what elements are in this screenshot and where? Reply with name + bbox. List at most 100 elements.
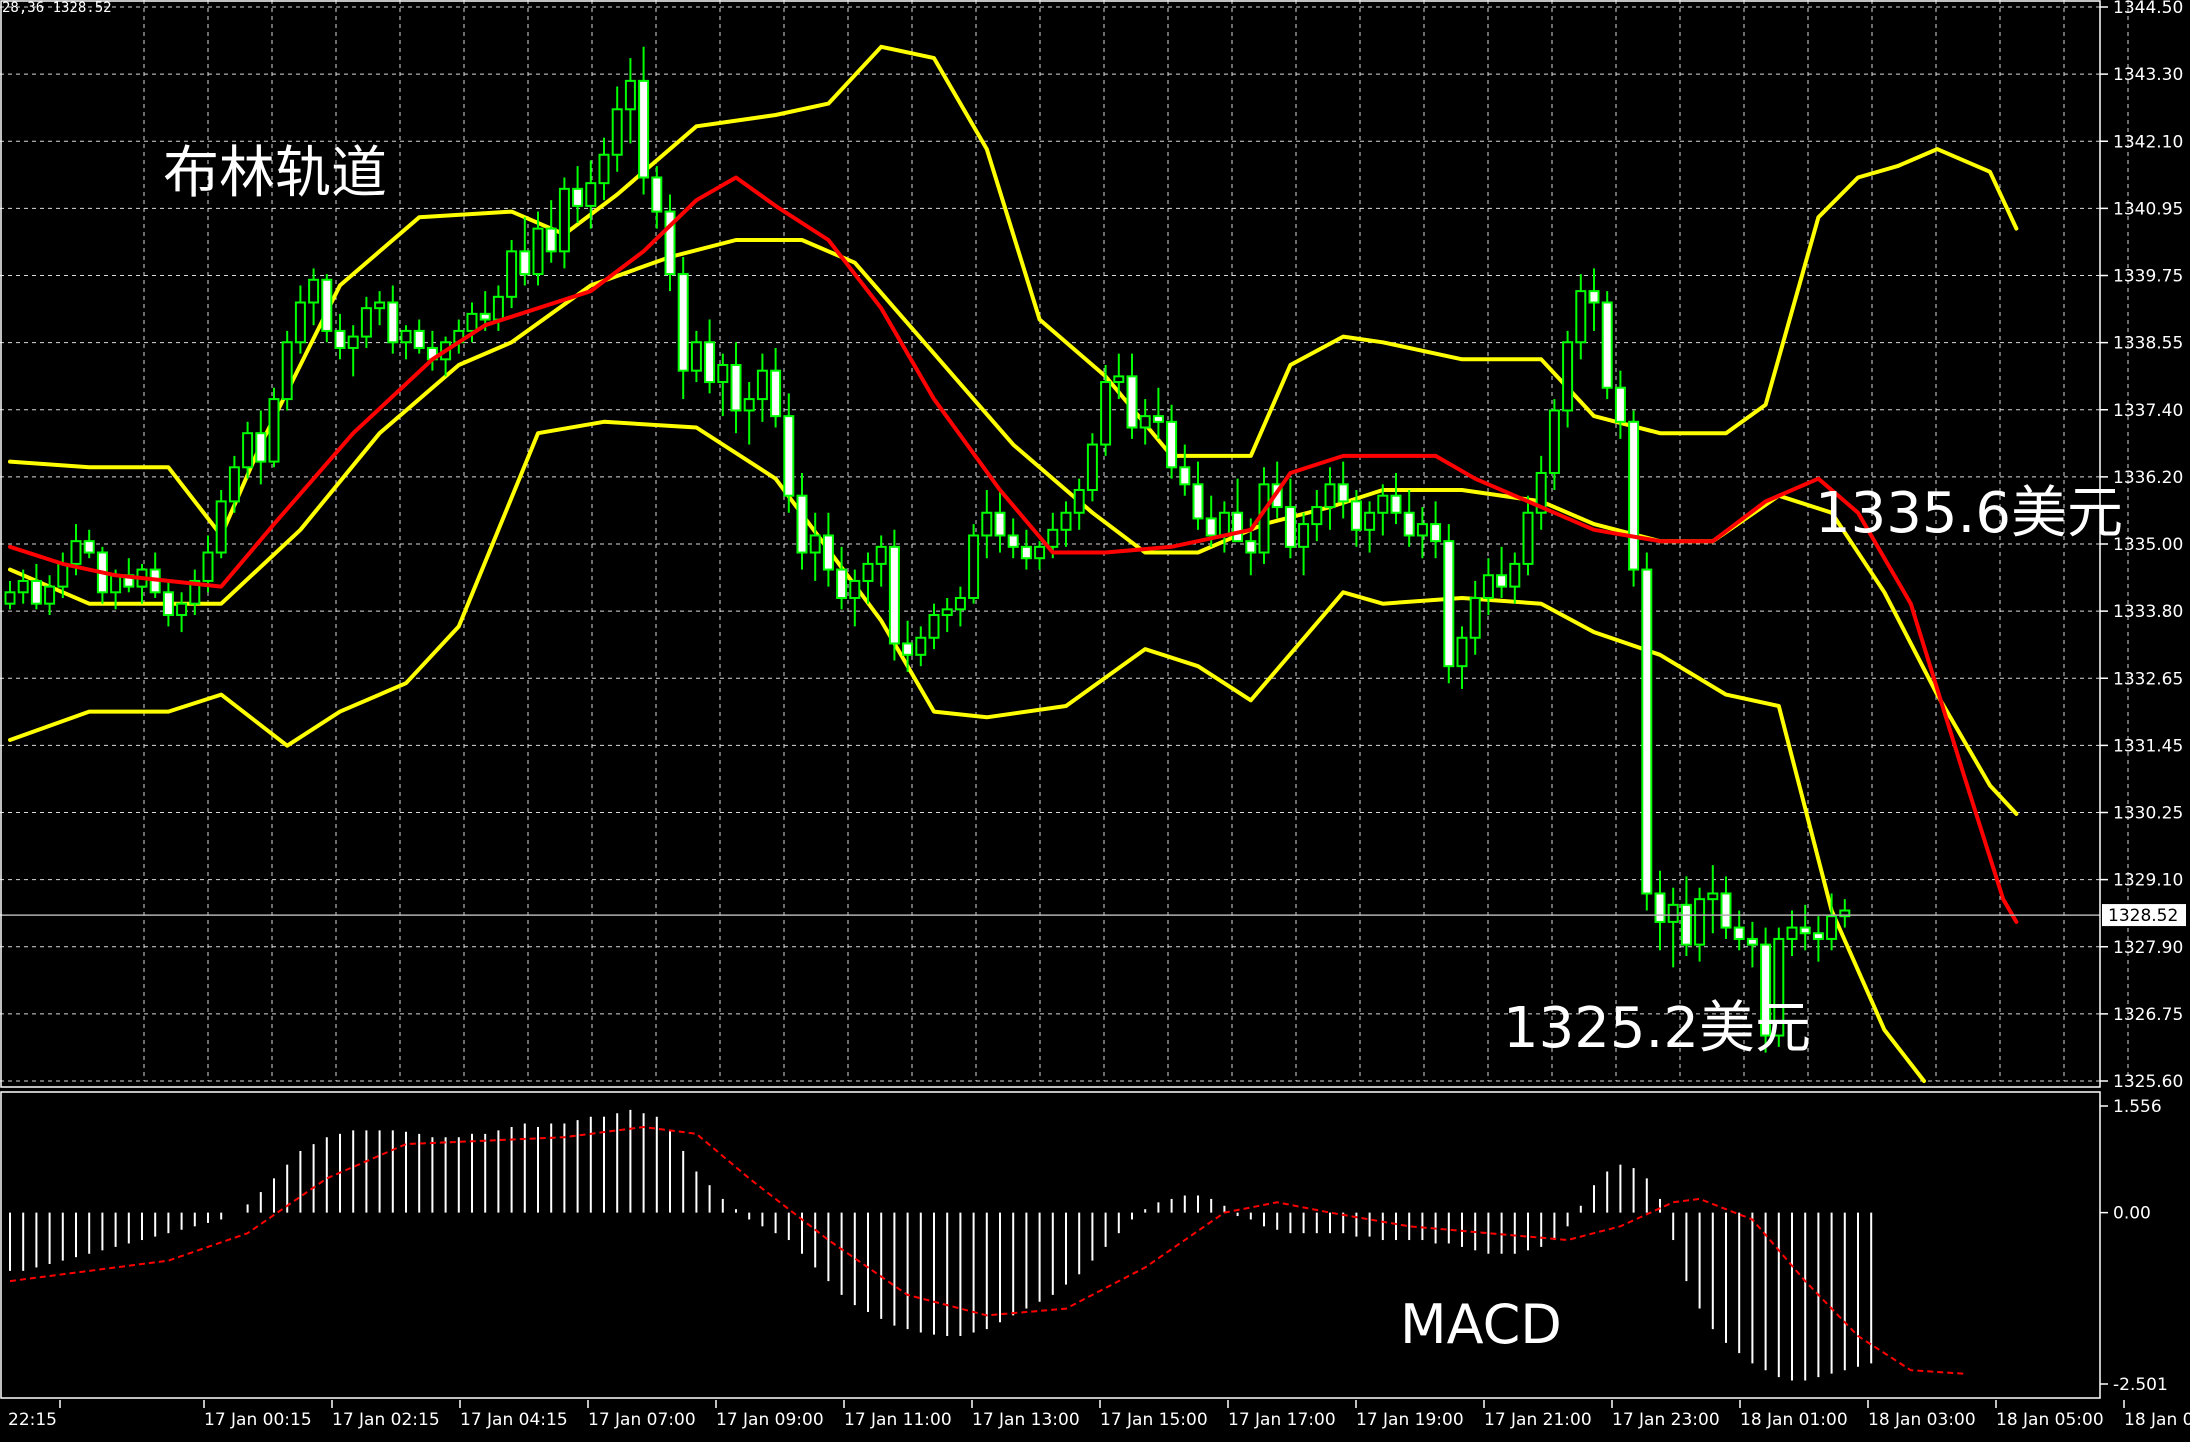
- candle-body-bull: [4, 591, 16, 605]
- y-tick-label: 1343.30: [2113, 65, 2183, 85]
- y-tick-label: 1327.90: [2113, 938, 2183, 958]
- candle-body-bull: [1575, 290, 1587, 344]
- candle-body-bull: [862, 562, 874, 582]
- candle-body-bull: [1060, 511, 1072, 531]
- candle-body-bull: [17, 579, 29, 594]
- candle-body-bull: [1047, 528, 1059, 548]
- x-tick-label: 22:15: [8, 1410, 57, 1430]
- candle-body-bull: [1786, 926, 1798, 940]
- candle-body-bear: [1614, 386, 1626, 423]
- candle-body-bear: [1152, 415, 1164, 423]
- candle-body-bull: [1416, 523, 1428, 537]
- y-tick-label: 1331.45: [2113, 736, 2183, 756]
- candle-body-bull: [215, 500, 227, 554]
- y-tick-label: 1329.10: [2113, 871, 2183, 891]
- candle-body-bear: [1007, 534, 1019, 548]
- candle-body-bull: [44, 585, 56, 605]
- y-tick-label: 1337.40: [2113, 401, 2183, 421]
- x-tick-label: 17 Jan 02:15: [332, 1410, 440, 1430]
- candle-body-bear: [822, 534, 834, 571]
- candle-body-bear: [1284, 506, 1296, 548]
- y-tick-label: 1339.75: [2113, 267, 2183, 287]
- x-tick-label: 18 Jan 03:00: [1868, 1410, 1976, 1430]
- candle-body-bear: [1337, 483, 1349, 503]
- candle-body-bull: [598, 153, 610, 185]
- annotation-high-price: 1335.6美元: [1815, 481, 2123, 546]
- candle-body-bear: [321, 278, 333, 332]
- candle-body-bear: [796, 494, 808, 554]
- candle-body-bear: [1205, 517, 1217, 537]
- candle-body-bear: [730, 364, 742, 412]
- candle-body-bear: [479, 312, 491, 321]
- x-tick-label: 18 Jan 08:00: [2124, 1410, 2190, 1430]
- candle-body-bear: [519, 250, 531, 276]
- candle-body-bear: [387, 301, 399, 344]
- candle-body-bull: [1522, 511, 1534, 565]
- candle-body-bear: [1390, 494, 1402, 514]
- candle-body-bull: [1311, 506, 1323, 526]
- candle-body-bull: [743, 398, 755, 412]
- candle-body-bear: [1746, 937, 1758, 946]
- candle-body-bear: [902, 642, 914, 656]
- candle-body-bull: [1218, 511, 1230, 537]
- trading-chart: 1344.50 1343.30 1342.10 1340.95 1339.75 1338.…: [0, 0, 2190, 1430]
- candle-body-bear: [413, 329, 425, 349]
- candle-body-bull: [57, 562, 69, 588]
- x-tick-label: 17 Jan 17:00: [1228, 1410, 1336, 1430]
- candle-body-bear: [1245, 540, 1257, 554]
- macd-y-tick-label: 0.00: [2113, 1204, 2151, 1224]
- y-tick-label: 1338.55: [2113, 334, 2183, 354]
- x-tick-label: 17 Jan 23:00: [1612, 1410, 1720, 1430]
- candle-body-bear: [1799, 926, 1811, 935]
- candle-body-bull: [1826, 915, 1838, 940]
- y-tick-label: 1335.00: [2113, 535, 2183, 555]
- candle-body-bear: [1654, 892, 1666, 923]
- current-price-label: 1328.52: [2108, 906, 2178, 926]
- macd-y-tick-label: -2.501: [2113, 1375, 2168, 1395]
- axes: 1344.50 1343.30 1342.10 1340.95 1339.75 1338.…: [0, 0, 2190, 1430]
- candle-body-bull: [228, 466, 240, 503]
- x-tick-label: 17 Jan 07:00: [588, 1410, 696, 1430]
- candle-body-bull: [1377, 494, 1389, 514]
- candle-body-bull: [875, 545, 887, 565]
- y-tick-label: 1342.10: [2113, 132, 2183, 152]
- candle-body-bear: [638, 79, 650, 179]
- candle-body-bear: [1350, 500, 1362, 531]
- candle-body-bear: [1588, 290, 1600, 304]
- candle-body-bull: [1139, 415, 1151, 429]
- candle-body-bear: [651, 176, 663, 213]
- candle-body-bull: [242, 432, 254, 469]
- candle-body-bull: [506, 250, 518, 298]
- candle-body-bear: [1812, 932, 1824, 940]
- annotation-low-price: 1325.2美元: [1503, 996, 1811, 1061]
- candle-body-bear: [1733, 926, 1745, 940]
- candle-body-bear: [1020, 545, 1032, 560]
- y-tick-label: 1325.60: [2113, 1072, 2183, 1092]
- candle-body-bull: [690, 341, 702, 372]
- candle-body-bull: [1324, 483, 1336, 509]
- candle-body-bear: [162, 591, 174, 617]
- candle-body-bull: [360, 307, 372, 338]
- x-tick-label: 17 Jan 13:00: [972, 1410, 1080, 1430]
- candle-body-bull: [400, 329, 412, 344]
- candle-body-bull: [611, 108, 623, 156]
- candle-body-bull: [1113, 375, 1125, 384]
- annotation-macd: MACD: [1400, 1293, 1562, 1356]
- y-tick-label: 1340.95: [2113, 199, 2183, 219]
- candle-body-bull: [1667, 903, 1679, 923]
- candle-body-bull: [202, 551, 214, 582]
- candle-body-bear: [677, 273, 689, 372]
- candle-body-bear: [1166, 420, 1178, 469]
- candle-body-bear: [1179, 466, 1191, 486]
- candle-body-bull: [281, 341, 293, 401]
- candle-body-bear: [704, 341, 716, 384]
- macd-y-tick-label: 1.556: [2113, 1097, 2162, 1117]
- candle-body-bear: [888, 545, 900, 645]
- candle-body-bear: [334, 329, 346, 349]
- candle-body-bull: [347, 335, 359, 349]
- candle-body-bull: [1548, 409, 1560, 474]
- candle-body-bull: [1298, 523, 1310, 548]
- candle-body-bull: [624, 79, 636, 111]
- candle-body-bull: [1073, 489, 1085, 514]
- candle-body-bull: [1456, 636, 1468, 668]
